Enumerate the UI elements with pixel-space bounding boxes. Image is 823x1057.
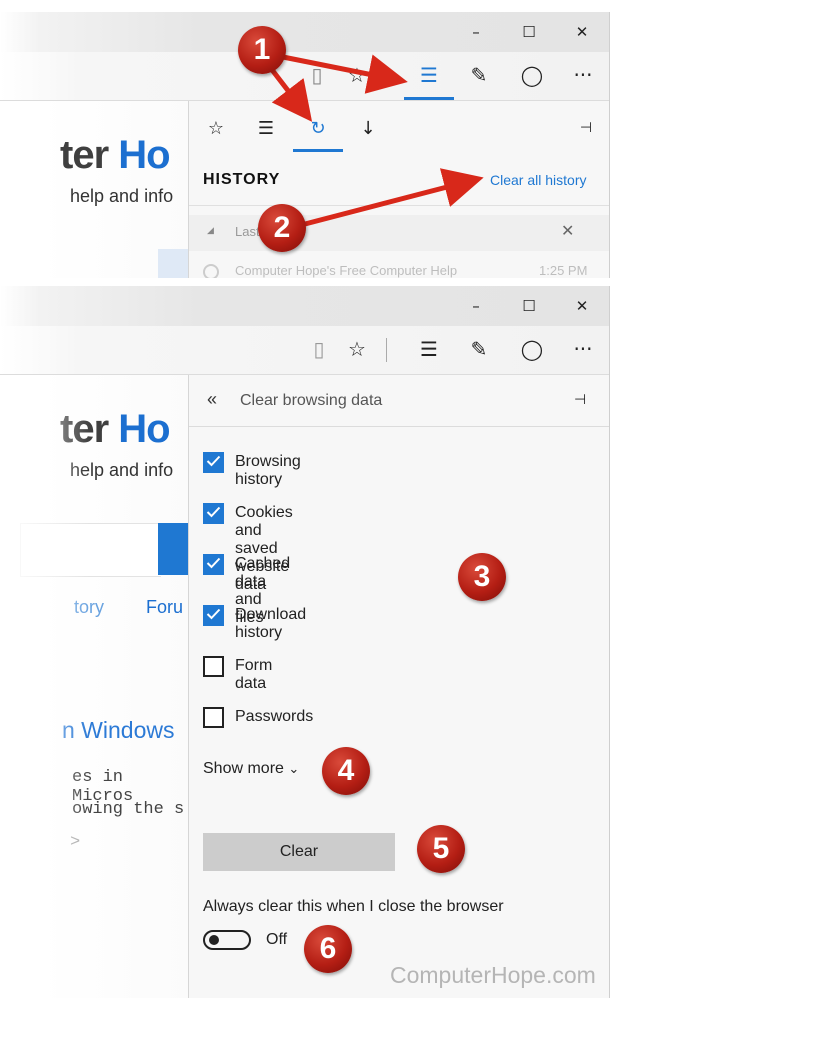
step-marker-3: 3 xyxy=(458,553,506,601)
step-marker-1: 1 xyxy=(238,26,286,74)
step-marker-2: 2 xyxy=(258,204,306,252)
step-marker-4: 4 xyxy=(322,747,370,795)
step-marker-6: 6 xyxy=(304,925,352,973)
annotation-arrows xyxy=(264,51,484,227)
step-marker-5: 5 xyxy=(417,825,465,873)
arrow-2-to-clear-link xyxy=(304,168,484,227)
arrow-1-to-hub xyxy=(267,51,408,94)
